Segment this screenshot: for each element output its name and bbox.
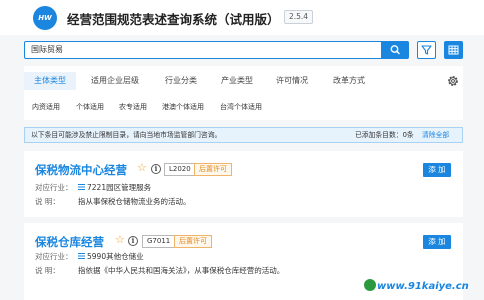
search-icon <box>390 45 400 55</box>
globe-icon <box>364 279 376 291</box>
tab-industry-type[interactable]: 产业类型 <box>221 72 253 90</box>
industry-value: 7221园区管理服务 <box>78 182 151 193</box>
list-icon <box>78 184 85 190</box>
grid-icon <box>448 45 459 55</box>
permit-tag: 后置许可 <box>174 235 212 248</box>
filter-panel: 主体类型 适用企业层级 行业分类 产业类型 许可情况 改革方式 内资适用 个体适… <box>24 66 463 120</box>
industry-label: 对应行业： <box>35 183 73 192</box>
add-button[interactable]: 添 加 <box>423 163 451 177</box>
item-title[interactable]: 保税仓库经营 <box>35 234 104 250</box>
star-icon[interactable]: ☆ <box>137 161 147 174</box>
industry-value: 5990其他仓储业 <box>78 251 144 262</box>
industry-text: 5990其他仓储业 <box>87 252 144 261</box>
code-tag: L2020 <box>164 163 196 176</box>
subfilter-cooperative[interactable]: 农专适用 <box>119 102 147 112</box>
search-button[interactable] <box>382 41 409 59</box>
subfilter-domestic[interactable]: 内资适用 <box>32 102 60 112</box>
desc-value: 指依据《中华人民共和国海关法》，从事保税仓库经营的活动。 <box>78 266 285 275</box>
filter-button[interactable] <box>417 41 436 59</box>
tab-entity-type[interactable]: 主体类型 <box>24 72 76 90</box>
subfilter-hk-macau[interactable]: 港澳个体适用 <box>162 102 204 112</box>
version-badge: 2.5.4 <box>284 10 314 24</box>
notice-bar: 以下条目可能涉及禁止限制目录，请向当地市场监管部门咨询。 已添加条目数：0条 清… <box>24 127 463 143</box>
watermark: www.91kaiye.cn <box>364 279 469 292</box>
desc-label: 说 明： <box>35 197 60 206</box>
desc-label: 说 明： <box>35 266 60 275</box>
watermark-text: www.91kaiye.cn <box>377 281 469 292</box>
industry-label: 对应行业： <box>35 252 73 261</box>
notice-text: 以下条目可能涉及禁止限制目录，请向当地市场监管部门咨询。 <box>31 131 222 139</box>
tab-reform[interactable]: 改革方式 <box>333 72 365 90</box>
add-button[interactable]: 添 加 <box>423 235 451 249</box>
permit-tag: 后置许可 <box>194 163 232 176</box>
info-icon[interactable]: i <box>151 164 161 174</box>
subfilter-taiwan[interactable]: 台湾个体适用 <box>220 102 262 112</box>
filter-icon <box>421 45 432 55</box>
desc-value: 指从事保税仓储物流业务的活动。 <box>78 197 191 206</box>
list-icon <box>78 253 85 259</box>
app-title: 经营范围规范表述查询系统（试用版） <box>67 12 280 27</box>
clear-all-link[interactable]: 清除全部 <box>422 128 449 142</box>
item-title[interactable]: 保税物流中心经营 <box>35 162 127 178</box>
tab-permit[interactable]: 许可情况 <box>276 72 308 90</box>
info-icon[interactable]: i <box>128 236 138 246</box>
code-tag: G7011 <box>142 235 176 248</box>
search-input[interactable]: 国际贸易 <box>24 41 382 59</box>
tab-industry[interactable]: 行业分类 <box>165 72 197 90</box>
gear-icon[interactable] <box>446 74 460 88</box>
tab-enterprise-level[interactable]: 适用企业层级 <box>91 72 139 90</box>
app-logo: HW <box>33 6 57 30</box>
app-header: HW 经营范围规范表述查询系统（试用版） 2.5.4 <box>0 0 484 35</box>
star-icon[interactable]: ☆ <box>115 233 125 246</box>
subfilter-individual[interactable]: 个体适用 <box>76 102 104 112</box>
grid-view-button[interactable] <box>444 41 463 59</box>
added-count: 已添加条目数：0条 <box>355 131 414 139</box>
result-card: 保税物流中心经营 ☆ i L2020 后置许可 添 加 对应行业： 7221园区… <box>24 151 463 217</box>
industry-text: 7221园区管理服务 <box>87 183 152 192</box>
